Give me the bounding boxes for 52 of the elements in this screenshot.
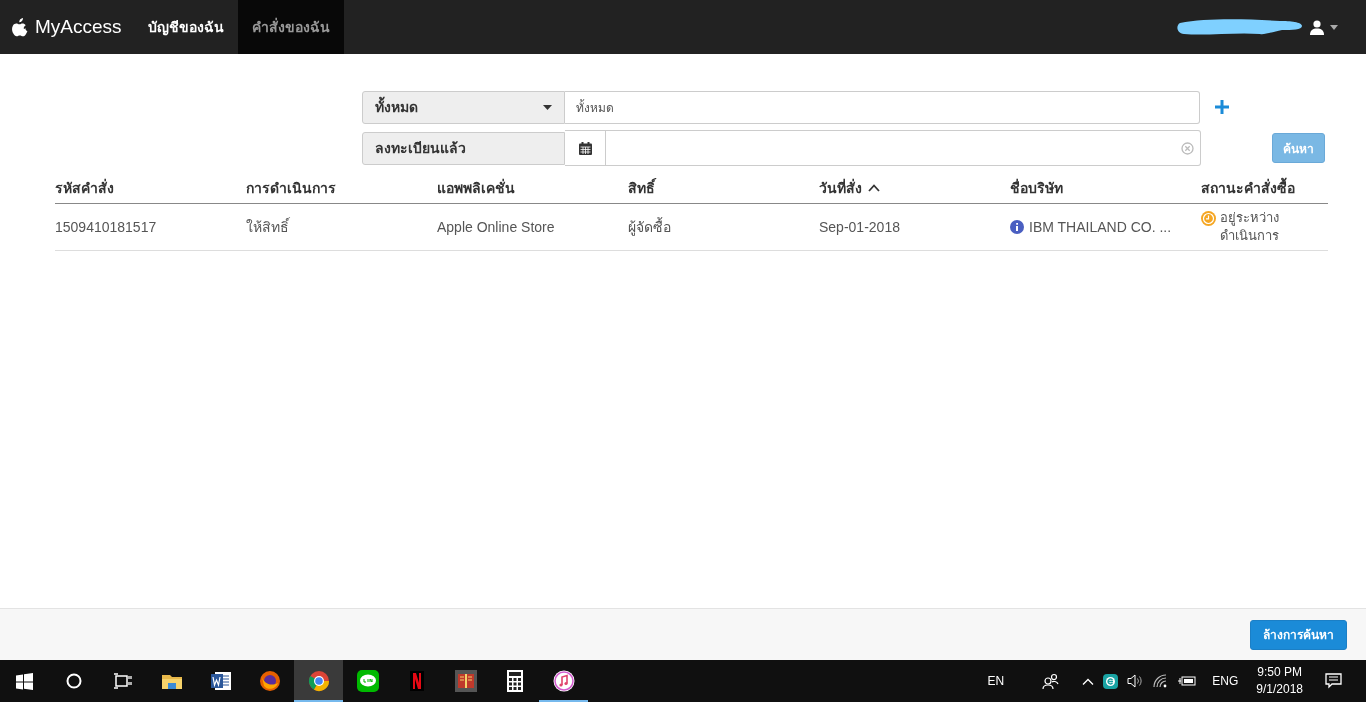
browser-icon [257, 669, 282, 693]
browser-icon [306, 669, 331, 693]
brand-name[interactable]: MyAccess [28, 0, 134, 54]
apple-logo-icon [12, 17, 28, 37]
column-header[interactable]: วันที่สั่ง [819, 176, 862, 199]
word-app-icon [208, 669, 233, 693]
speaker-icon[interactable] [1127, 674, 1145, 688]
info-icon[interactable] [1010, 220, 1024, 234]
search-icon[interactable] [65, 673, 82, 689]
column-header[interactable]: รหัสคำสั่ง [55, 176, 114, 199]
language-indicator[interactable]: EN [979, 660, 1035, 702]
column-header[interactable]: สถานะคำสั่งซื้อ [1201, 176, 1295, 199]
table-cell: IBM THAILAND CO. ... [1029, 219, 1172, 235]
antivirus-icon[interactable] [1103, 673, 1119, 689]
battery-icon[interactable] [1178, 675, 1197, 687]
table-cell: Sep-01-2018 [819, 219, 900, 235]
input-language[interactable]: ENG [1204, 660, 1247, 702]
table-cell: 1509410181517 [55, 219, 157, 235]
caret-icon[interactable] [1330, 24, 1338, 30]
chevron-up-icon[interactable] [1082, 677, 1095, 685]
calendar-icon [578, 141, 592, 155]
type-dropdown[interactable]: ทั้งหมด [362, 90, 565, 124]
status-label: ลงทะเบียนแล้ว [362, 131, 565, 165]
table-cell: ให้สิทธิ์ [246, 219, 289, 235]
table-cell: Apple Online Store [437, 219, 555, 235]
taskbar-app[interactable] [294, 660, 343, 702]
start-icon[interactable] [16, 672, 33, 690]
filter-field[interactable]: ทั้งหมด [565, 90, 1200, 124]
column-header[interactable]: ชื่อบริษัท [1010, 176, 1063, 199]
caret-icon [543, 104, 552, 110]
table-cell-text: อยู่ระหว่างดำเนินการ [1220, 209, 1280, 245]
task-view-icon[interactable] [113, 673, 132, 689]
music-app-icon [551, 669, 576, 693]
chat-app-icon [355, 669, 380, 693]
clock-date[interactable]: 9/1/2018 [1256, 681, 1303, 698]
nav-tab[interactable]: คำสั่งของฉัน [237, 0, 344, 54]
calendar-button[interactable] [565, 130, 606, 166]
notification-icon[interactable] [1325, 673, 1342, 689]
clock-icon [1201, 211, 1216, 226]
column-header[interactable]: การดำเนินการ [246, 176, 336, 199]
table-cell: ผู้จัดซื้อ [628, 219, 671, 235]
video-app-icon [409, 671, 424, 691]
nav-tab[interactable]: บัญชีของฉัน [133, 0, 238, 54]
clock-time[interactable]: 9:50 PM [1257, 664, 1302, 681]
column-header[interactable]: แอพพลิเคชั่น [437, 176, 515, 199]
date-field[interactable] [606, 130, 1201, 166]
people-icon[interactable] [1042, 673, 1061, 689]
column-header[interactable]: สิทธิ์ [628, 176, 655, 199]
add-icon[interactable] [1215, 100, 1229, 114]
clear-search-button[interactable]: ล้างการค้นหา [1250, 619, 1347, 650]
book-app-icon [453, 669, 478, 693]
user-icon[interactable] [1310, 19, 1324, 35]
